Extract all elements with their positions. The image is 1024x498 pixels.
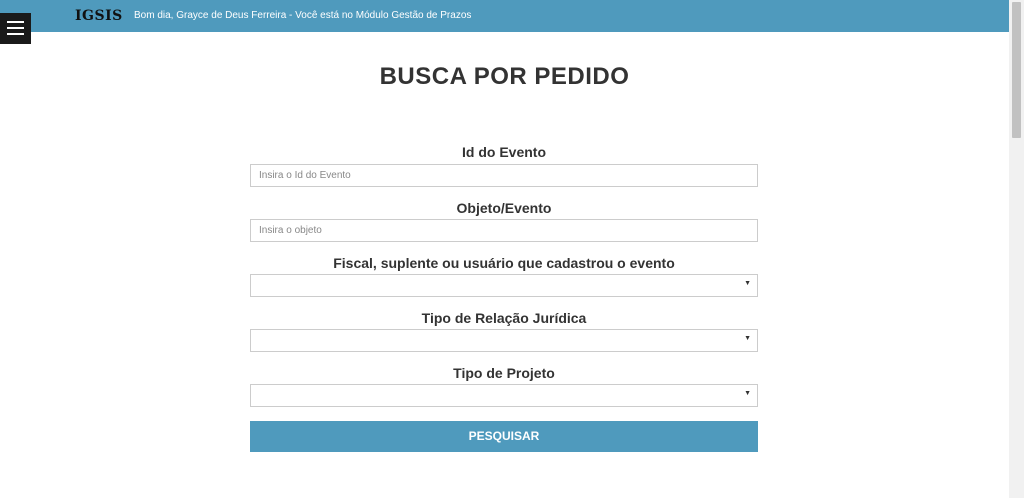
menu-toggle-button[interactable] — [0, 13, 31, 44]
triangle-down-icon: ▼ — [744, 280, 751, 287]
fiscal-select[interactable]: ▼ — [250, 274, 758, 297]
app-logo[interactable]: IGSIS — [75, 8, 123, 24]
hamburger-icon-line-2 — [7, 27, 24, 29]
triangle-down-icon: ▼ — [744, 390, 751, 397]
hamburger-icon — [7, 21, 24, 23]
relacao-juridica-select[interactable]: ▼ — [250, 329, 758, 352]
triangle-down-icon: ▼ — [744, 335, 751, 342]
tipo-projeto-label: Tipo de Projeto — [453, 365, 555, 381]
objeto-label: Objeto/Evento — [456, 200, 552, 216]
tipo-projeto-select[interactable]: ▼ — [250, 384, 758, 407]
page-scrollbar[interactable] — [1009, 0, 1024, 498]
pesquisar-button[interactable]: PESQUISAR — [250, 421, 758, 452]
relacao-juridica-label: Tipo de Relação Jurídica — [421, 310, 587, 326]
hamburger-icon-line-3 — [7, 33, 24, 35]
top-navbar: IGSIS Bom dia, Grayce de Deus Ferreira -… — [0, 0, 1009, 32]
fiscal-label: Fiscal, suplente ou usuário que cadastro… — [333, 255, 675, 271]
id-evento-label: Id do Evento — [462, 144, 546, 160]
page-title: BUSCA POR PEDIDO — [379, 63, 630, 90]
objeto-input[interactable] — [250, 219, 758, 242]
greeting-text: Bom dia, Grayce de Deus Ferreira - Você … — [134, 10, 472, 21]
id-evento-input[interactable] — [250, 164, 758, 187]
scrollbar-thumb[interactable] — [1012, 2, 1021, 138]
